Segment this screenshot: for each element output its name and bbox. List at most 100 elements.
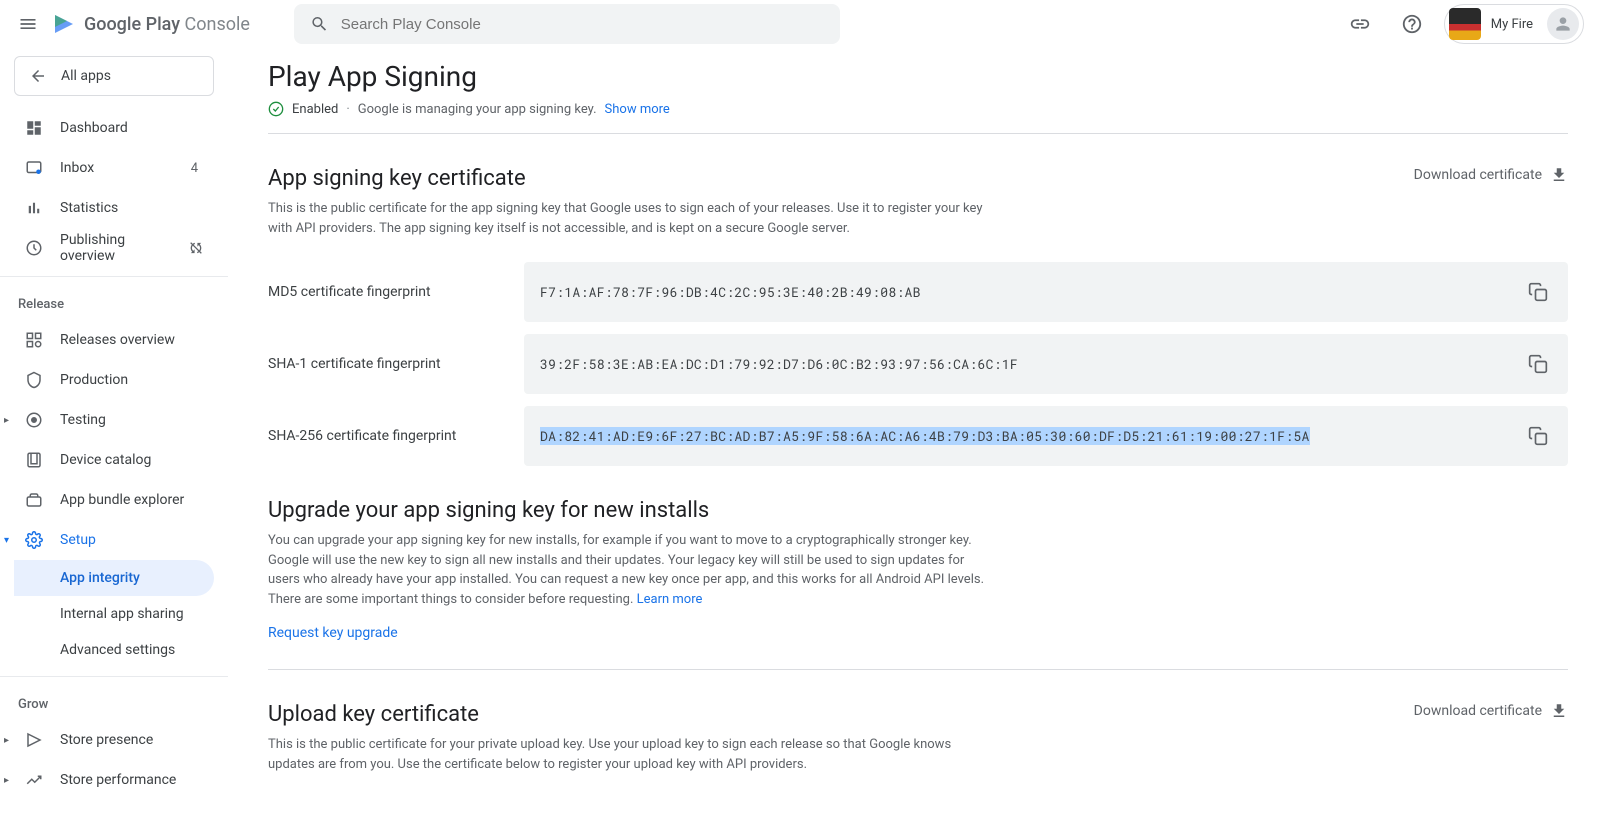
- help-icon[interactable]: [1392, 4, 1432, 44]
- inbox-badge: 4: [191, 161, 198, 176]
- logo[interactable]: Google Play Console: [52, 12, 250, 36]
- device-icon: [25, 451, 43, 469]
- chevron-right-icon: ▸: [4, 775, 14, 786]
- fingerprint-row-sha1: SHA-1 certificate fingerprint 39:2F:58:3…: [268, 334, 1568, 394]
- nav-store-performance[interactable]: ▸ Store performance: [14, 760, 214, 800]
- search-input[interactable]: [341, 16, 824, 33]
- sub-app-integrity[interactable]: App integrity: [14, 560, 214, 596]
- app-header: Google Play Console My Fire: [0, 0, 1600, 48]
- section-upload-key-cert: Upload key certificate This is the publi…: [268, 702, 1568, 774]
- inbox-icon: [25, 159, 43, 177]
- fingerprint-value-box: F7:1A:AF:78:7F:96:DB:4C:2C:95:3E:40:2B:4…: [524, 262, 1568, 322]
- nav-label: Statistics: [60, 200, 204, 216]
- sub-internal-sharing[interactable]: Internal app sharing: [14, 596, 214, 632]
- nav-statistics[interactable]: Statistics: [14, 188, 214, 228]
- copy-button[interactable]: [1524, 422, 1552, 450]
- status-detail: Google is managing your app signing key.: [358, 102, 597, 117]
- section-desc: You can upgrade your app signing key for…: [268, 531, 988, 609]
- download-icon: [1550, 702, 1568, 720]
- profile-icon: [1547, 8, 1579, 40]
- section-heading: Upload key certificate: [268, 702, 988, 727]
- fingerprint-value: DA:82:41:AD:E9:6F:27:BC:AD:B7:A5:9F:58:6…: [540, 427, 1310, 445]
- download-icon: [1550, 166, 1568, 184]
- nav-label: Dashboard: [60, 120, 204, 136]
- all-apps-button[interactable]: All apps: [14, 56, 214, 96]
- nav-label: Device catalog: [60, 452, 204, 468]
- separator: ·: [346, 102, 349, 117]
- sidebar: All apps Dashboard Inbox 4 Statistics Pu…: [0, 48, 228, 814]
- nav-inbox[interactable]: Inbox 4: [14, 148, 214, 188]
- section-grow: Grow: [14, 685, 214, 720]
- nav-label: Setup: [60, 532, 204, 548]
- check-circle-icon: [268, 101, 284, 117]
- status-row: Enabled · Google is managing your app si…: [268, 101, 1568, 134]
- section-heading: App signing key certificate: [268, 166, 988, 191]
- copy-icon: [1528, 354, 1548, 374]
- section-release: Release: [14, 285, 214, 320]
- nav-store-presence[interactable]: ▸ Store presence: [14, 720, 214, 760]
- all-apps-label: All apps: [61, 68, 111, 84]
- publishing-icon: [25, 239, 43, 257]
- download-certificate-button[interactable]: Download certificate: [1414, 166, 1568, 184]
- nav-publishing[interactable]: Publishing overview: [14, 228, 214, 268]
- stats-icon: [25, 199, 43, 217]
- fingerprint-label: MD5 certificate fingerprint: [268, 284, 524, 300]
- nav-device-catalog[interactable]: Device catalog: [14, 440, 214, 480]
- nav-app-bundle[interactable]: App bundle explorer: [14, 480, 214, 520]
- request-key-upgrade-link[interactable]: Request key upgrade: [268, 625, 398, 641]
- hamburger-menu-icon[interactable]: [16, 12, 40, 36]
- search-icon: [310, 14, 329, 34]
- logo-text: Google Play Console: [84, 14, 250, 35]
- section-desc: This is the public certificate for the a…: [268, 199, 988, 238]
- nav-testing[interactable]: ▸ Testing: [14, 400, 214, 440]
- testing-icon: [25, 411, 43, 429]
- account-avatar: [1449, 8, 1481, 40]
- download-certificate-button[interactable]: Download certificate: [1414, 702, 1568, 720]
- fingerprint-label: SHA-256 certificate fingerprint: [268, 428, 524, 444]
- section-app-signing-cert: App signing key certificate This is the …: [268, 166, 1568, 466]
- copy-button[interactable]: [1524, 350, 1552, 378]
- nav-dashboard[interactable]: Dashboard: [14, 108, 214, 148]
- nav-label: Testing: [60, 412, 204, 428]
- nav-label: Production: [60, 372, 204, 388]
- account-name: My Fire: [1491, 17, 1533, 32]
- status-enabled: Enabled: [292, 102, 338, 117]
- download-label: Download certificate: [1414, 167, 1542, 183]
- production-icon: [25, 371, 43, 389]
- store-presence-icon: [25, 731, 43, 749]
- no-changes-icon: [188, 240, 204, 256]
- fingerprint-table: MD5 certificate fingerprint F7:1A:AF:78:…: [268, 262, 1568, 466]
- nav-label: Releases overview: [60, 332, 204, 348]
- gear-icon: [25, 531, 43, 549]
- account-chip[interactable]: My Fire: [1444, 4, 1584, 44]
- link-icon[interactable]: [1340, 4, 1380, 44]
- search-box[interactable]: [294, 4, 840, 44]
- store-performance-icon: [25, 771, 43, 789]
- copy-button[interactable]: [1524, 278, 1552, 306]
- releases-icon: [25, 331, 43, 349]
- arrow-back-icon: [29, 67, 47, 85]
- bundle-icon: [25, 491, 43, 509]
- section-upgrade-key: Upgrade your app signing key for new ins…: [268, 498, 1568, 670]
- nav-label: Store performance: [60, 772, 204, 788]
- nav-releases-overview[interactable]: Releases overview: [14, 320, 214, 360]
- nav-label: Store presence: [60, 732, 204, 748]
- fingerprint-row-md5: MD5 certificate fingerprint F7:1A:AF:78:…: [268, 262, 1568, 322]
- copy-icon: [1528, 426, 1548, 446]
- copy-icon: [1528, 282, 1548, 302]
- download-label: Download certificate: [1414, 703, 1542, 719]
- show-more-link[interactable]: Show more: [605, 102, 670, 117]
- chevron-right-icon: ▸: [4, 415, 14, 426]
- page-title: Play App Signing: [268, 60, 1568, 93]
- main-content: Play App Signing Enabled · Google is man…: [228, 48, 1600, 814]
- fingerprint-value-box: DA:82:41:AD:E9:6F:27:BC:AD:B7:A5:9F:58:6…: [524, 406, 1568, 466]
- nav-setup[interactable]: ▾ Setup: [14, 520, 214, 560]
- fingerprint-label: SHA-1 certificate fingerprint: [268, 356, 524, 372]
- section-desc: This is the public certificate for your …: [268, 735, 988, 774]
- nav-production[interactable]: Production: [14, 360, 214, 400]
- chevron-right-icon: ▸: [4, 735, 14, 746]
- chevron-down-icon: ▾: [4, 535, 14, 546]
- learn-more-link[interactable]: Learn more: [637, 592, 703, 607]
- section-heading: Upgrade your app signing key for new ins…: [268, 498, 1568, 523]
- sub-advanced-settings[interactable]: Advanced settings: [14, 632, 214, 668]
